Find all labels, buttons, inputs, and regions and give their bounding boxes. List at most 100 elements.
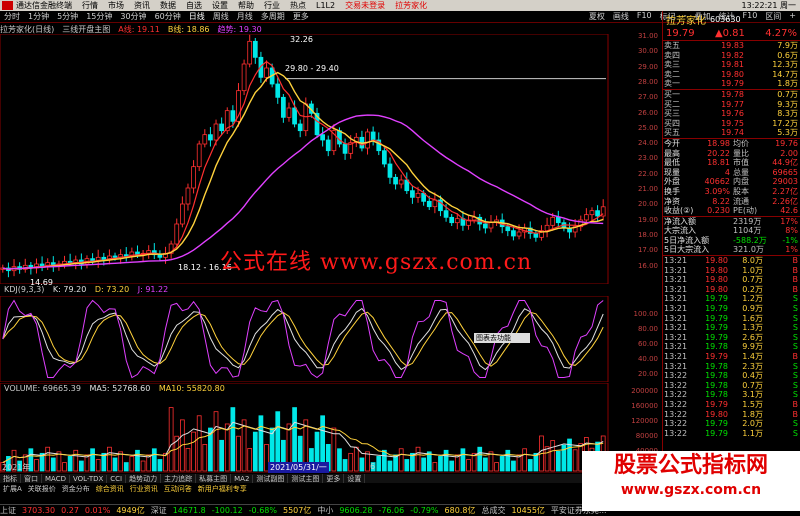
tab-1[interactable]: 窗口 (21, 474, 42, 483)
stat-row-c3: 内盘 (733, 177, 749, 187)
ask-row-c1: 卖四 (664, 50, 680, 60)
tick-cell: 1.4万 (742, 352, 763, 361)
tick-cell: 0.7万 (742, 275, 763, 285)
ask-row-c1: 卖五 (664, 41, 680, 50)
ask-row-c1: 卖一 (664, 79, 680, 89)
volume-bar (62, 462, 67, 472)
ext-tab-3[interactable]: 综合资讯 (93, 484, 127, 494)
tool-huaxian[interactable]: 画线 (609, 11, 633, 22)
tick-cell: B (792, 275, 799, 285)
tick-cell: 1.3万 (742, 323, 763, 333)
period-week[interactable]: 周线 (209, 11, 233, 22)
ext-tab-2[interactable]: 资金分布 (59, 484, 93, 494)
vol-ma10: MA10: 55820.80 (158, 384, 225, 393)
stat-row-c1: 最低 (664, 158, 680, 168)
period-5min[interactable]: 5分钟 (53, 11, 82, 22)
volume-bar (527, 459, 533, 472)
volume-bar (421, 457, 427, 472)
volume-bar (550, 440, 556, 472)
tick-row: 13:22 19.80 1.8万 B (663, 410, 800, 420)
tab-10[interactable]: 测试主图 (288, 474, 324, 483)
tab-4[interactable]: CCI (107, 474, 127, 483)
axis-label: 18.00 (637, 230, 658, 239)
candle-body (174, 223, 180, 245)
axis-label: 26.00 (637, 108, 658, 117)
volume-bar (499, 456, 505, 472)
kdj-chart[interactable]: 100.00 80.00 60.00 40.00 20.00 (0, 296, 662, 382)
period-day[interactable]: 日线 (185, 11, 209, 22)
menu-redian[interactable]: 热点 (290, 0, 306, 11)
menu-zixuan[interactable]: 自选 (186, 0, 202, 11)
menu-hangqing[interactable]: 行情 (82, 0, 98, 11)
period-30min[interactable]: 30分钟 (116, 11, 150, 22)
tick-cell: 19.80 (705, 284, 728, 294)
tab-7[interactable]: 私募主图 (196, 474, 232, 483)
tab-12[interactable]: 设置 (344, 474, 366, 483)
axis-label: 60.00 (637, 340, 658, 348)
tick-cell: 0.4万 (742, 371, 763, 381)
flow-row: 净流入额 2319万 17% (663, 217, 800, 227)
ask-row-c2: 19.82 (721, 50, 744, 60)
idx-sz-name[interactable]: 深证 (151, 505, 167, 516)
tab-11[interactable]: 更多 (323, 474, 345, 483)
month-label: 6 (370, 462, 376, 471)
tick-cell: 1.0万 (742, 265, 763, 275)
volume-chart[interactable]: 2000001600001200008000040000 2021/05/31/… (0, 383, 662, 473)
menu-zixun[interactable]: 资讯 (134, 0, 150, 11)
menu-shichang[interactable]: 市场 (108, 0, 124, 11)
idx-sz-pct: -0.68% (248, 506, 277, 515)
candle-body (398, 179, 404, 185)
tick-list[interactable]: 13:21 19.80 8.0万 B 13:21 19.80 1.0万 B 13:21 19.80… (663, 256, 800, 438)
template-name[interactable]: 三线开盘主图 (62, 24, 110, 34)
menu-l1l2[interactable]: L1L2 (316, 1, 335, 10)
stock-period-name: 拉芳家化(日线) (0, 25, 55, 34)
tab-3[interactable]: VOL-TDX (70, 474, 108, 483)
tool-xiaquan[interactable]: 夏权 (585, 11, 609, 22)
menu-shezhi[interactable]: 设置 (212, 0, 228, 11)
kdj-lines[interactable] (0, 296, 662, 382)
tab-9[interactable]: 测试副图 (253, 474, 289, 483)
axis-label: 21.00 (637, 185, 658, 193)
tab-0[interactable]: 指标 (0, 474, 21, 483)
menu-hangye[interactable]: 行业 (264, 0, 280, 11)
bid-row-c2: 19.74 (721, 128, 744, 138)
bid-row-c1: 买一 (664, 89, 680, 99)
ext-tab-5[interactable]: 互动问答 (161, 484, 195, 494)
tab-8[interactable]: MA2 (231, 474, 254, 483)
period-more[interactable]: 更多 (289, 11, 313, 22)
tick-row: 13:21 19.79 0.9万 S (663, 304, 800, 314)
tab-6[interactable]: 主力追踪 (161, 474, 197, 483)
period-60min[interactable]: 60分钟 (151, 11, 185, 22)
tick-cell: 0.9万 (742, 304, 763, 314)
tool-f10[interactable]: F10 (633, 11, 656, 22)
tick-cell: 13:21 (664, 265, 688, 275)
ext-tab-0[interactable]: 扩展A (0, 484, 25, 494)
period-15min[interactable]: 15分钟 (82, 11, 116, 22)
period-1min[interactable]: 1分钟 (24, 11, 53, 22)
axis-label: 80.00 (637, 325, 658, 333)
tab-2[interactable]: MACD (42, 474, 70, 483)
ext-tab-1[interactable]: 关联报价 (25, 484, 59, 494)
ext-tab-4[interactable]: 行业资讯 (127, 484, 161, 494)
volume-bar (202, 444, 208, 472)
stat-row-c4: 42.6 (780, 206, 798, 216)
kdj-name: KDJ(9,3,3) (4, 285, 45, 294)
login-notice[interactable]: 交易未登录 (345, 0, 385, 11)
idx-sh-name[interactable]: 上证 (0, 505, 16, 516)
bid-row-c2: 19.78 (721, 89, 744, 99)
axis-label: 30.00 (637, 47, 658, 56)
period-fenshi[interactable]: 分时 (0, 11, 24, 22)
tick-cell: B (792, 352, 799, 361)
menu-shuju[interactable]: 数据 (160, 0, 176, 11)
menu-bangzhu[interactable]: 帮助 (238, 0, 254, 11)
stat-row-c2: 18.81 (707, 158, 730, 168)
candle-body (320, 134, 326, 141)
tab-5[interactable]: 趋势动力 (126, 474, 162, 483)
ext-tab-6[interactable]: 新用户福利专享 (195, 484, 250, 494)
clock: 13:22:21 周一 (741, 1, 796, 10)
chart-popup-button[interactable]: 图表去功能 (474, 333, 530, 343)
period-month[interactable]: 月线 (233, 11, 257, 22)
idx-zx-name[interactable]: 中小 (317, 505, 333, 516)
volume-bars[interactable] (0, 383, 662, 473)
period-multi[interactable]: 多周期 (257, 11, 289, 22)
